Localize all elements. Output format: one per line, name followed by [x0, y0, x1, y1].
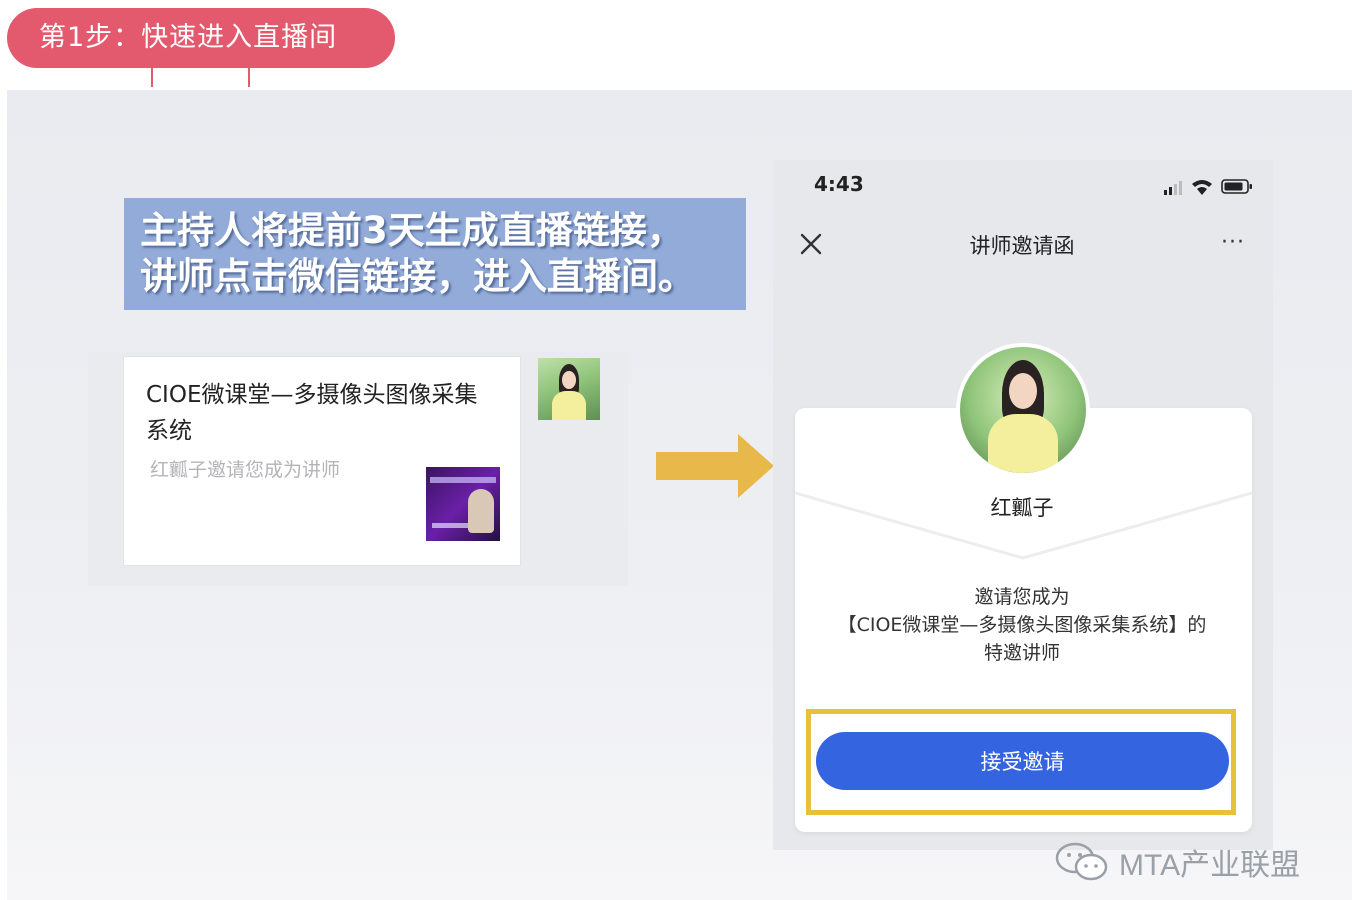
wifi-icon — [1192, 180, 1212, 195]
invitation-line-2: 【CIOE微课堂—多摄像头图像采集系统】的 — [837, 614, 1207, 636]
accept-invitation-button[interactable]: 接受邀请 — [816, 732, 1229, 790]
status-time: 4:43 — [814, 172, 864, 196]
headline-line-1: 主持人将提前3天生成直播链接， — [140, 209, 684, 252]
battery-icon — [1221, 179, 1252, 194]
wechat-icon — [1055, 842, 1108, 881]
sender-avatar — [538, 358, 600, 420]
close-icon[interactable] — [799, 232, 823, 256]
status-icons — [1164, 179, 1252, 195]
pill-connector-left — [151, 68, 153, 87]
more-menu-button[interactable]: ··· — [1221, 232, 1245, 254]
headline-box: 主持人将提前3天生成直播链接， 讲师点击微信链接，进入直播间。 — [124, 198, 746, 310]
step-label: 第1步：快速进入直播间 — [7, 8, 395, 68]
inviter-avatar — [956, 343, 1090, 477]
link-card-title: CIOE微课堂—多摄像头图像采集系统 — [146, 382, 478, 444]
arrow-right-icon — [656, 434, 774, 498]
inviter-name: 红瓤子 — [990, 496, 1054, 520]
link-card-thumbnail — [426, 467, 500, 541]
invitation-line-3: 特邀讲师 — [983, 642, 1060, 664]
invitation-text: 邀请您成为 【CIOE微课堂—多摄像头图像采集系统】的 特邀讲师 — [810, 583, 1234, 667]
signal-icon — [1164, 181, 1182, 195]
wechat-link-card[interactable]: CIOE微课堂—多摄像头图像采集系统 红瓤子邀请您成为讲师 — [123, 356, 521, 566]
invitation-line-1: 邀请您成为 — [974, 586, 1070, 608]
link-card-subtitle: 红瓤子邀请您成为讲师 — [150, 459, 341, 481]
nav-title: 讲师邀请函 — [969, 234, 1075, 258]
watermark: MTA产业联盟 — [1055, 840, 1300, 884]
pill-connector-right — [248, 68, 250, 87]
watermark-text: MTA产业联盟 — [1119, 849, 1301, 882]
headline-line-2: 讲师点击微信链接，进入直播间。 — [140, 255, 695, 298]
